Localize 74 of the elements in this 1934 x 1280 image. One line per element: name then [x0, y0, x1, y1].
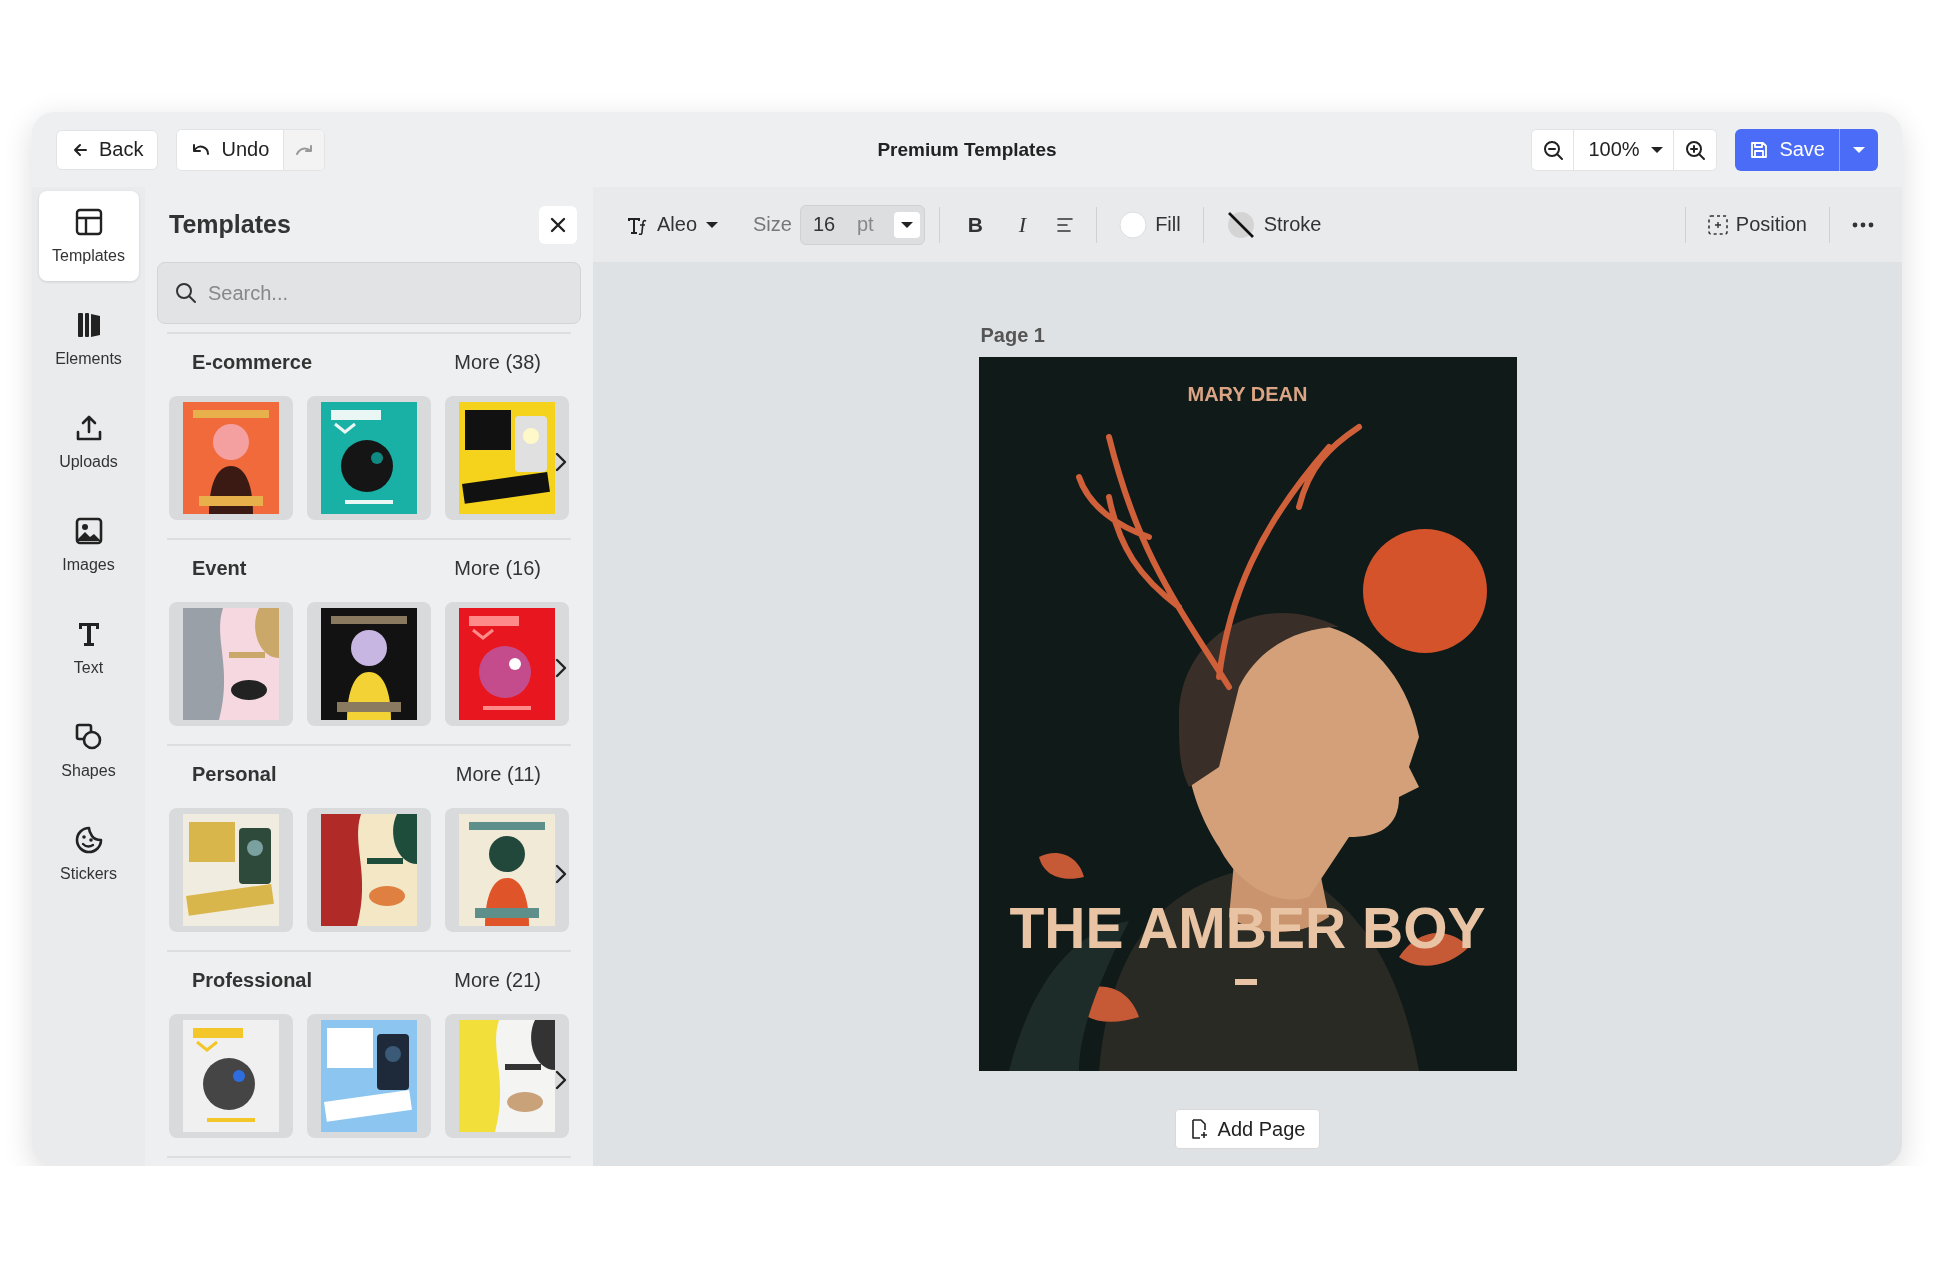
- size-dropdown-button[interactable]: [893, 211, 920, 238]
- chevron-right-icon: [555, 658, 567, 678]
- section-title: Event: [192, 556, 247, 580]
- section-title: Professional: [192, 968, 313, 992]
- section-title: Personal: [192, 762, 277, 786]
- no-stroke-icon: [1225, 209, 1256, 240]
- sticker-icon: [73, 825, 104, 855]
- more-link[interactable]: More (21): [454, 968, 541, 992]
- more-link[interactable]: More (11): [455, 762, 541, 786]
- section-title: E-commerce: [192, 350, 313, 374]
- rail-tab[interactable]: Images: [38, 500, 139, 590]
- rail-tab[interactable]: Uploads: [38, 397, 139, 487]
- page-label: Page 1: [979, 324, 1046, 347]
- position-icon: [1707, 214, 1728, 235]
- chevron-right-icon: [555, 864, 567, 884]
- template-card[interactable]: [445, 1014, 569, 1138]
- template-card[interactable]: [307, 1014, 431, 1138]
- caret-icon: [1649, 145, 1664, 154]
- poster-page[interactable]: MARY DEAN THE AMBER BOY: [978, 357, 1517, 1071]
- search-field[interactable]: Search...: [157, 262, 581, 324]
- align-left-icon: [1056, 216, 1075, 233]
- close-icon: [549, 215, 567, 234]
- back-button[interactable]: Back: [56, 129, 159, 170]
- rail-tab[interactable]: Elements: [38, 294, 139, 384]
- more-icon: [1852, 221, 1874, 228]
- dash-mark: [1234, 979, 1257, 985]
- unit-label: pt: [856, 213, 874, 236]
- undo-button[interactable]: Undo: [177, 129, 285, 170]
- color-swatch-icon: [1119, 210, 1148, 239]
- rail-tab[interactable]: Stickers: [38, 809, 139, 899]
- template-card[interactable]: [169, 808, 293, 932]
- font-dropdown[interactable]: Aleo: [619, 207, 728, 242]
- template-card[interactable]: [445, 396, 569, 520]
- save-icon: [1749, 139, 1770, 160]
- layout-icon: [73, 207, 104, 237]
- chevron-right-icon: [555, 1070, 567, 1090]
- template-card[interactable]: [169, 396, 293, 520]
- zoom-out-icon: [1541, 138, 1564, 161]
- panel-title: Templates: [169, 210, 291, 239]
- shapes-icon: [73, 722, 104, 752]
- rail-tab[interactable]: Text: [38, 603, 139, 693]
- rail-tab[interactable]: Shapes: [38, 706, 139, 796]
- caret-icon: [1852, 145, 1866, 154]
- template-card[interactable]: [307, 602, 431, 726]
- rail-tab[interactable]: Templates: [38, 191, 139, 281]
- font-size-field[interactable]: 16 pt: [799, 204, 925, 245]
- chevron-right-icon: [555, 452, 567, 472]
- poster-author: MARY DEAN: [1187, 383, 1308, 406]
- template-card[interactable]: [169, 602, 293, 726]
- add-page-icon: [1189, 1119, 1208, 1139]
- zoom-in-icon: [1684, 138, 1707, 161]
- template-card[interactable]: [169, 1014, 293, 1138]
- fill-button[interactable]: Fill: [1111, 204, 1189, 245]
- template-card[interactable]: [307, 808, 431, 932]
- close-button[interactable]: [539, 205, 577, 244]
- document-title: Premium Templates: [877, 138, 1057, 161]
- save-button[interactable]: Save: [1735, 128, 1839, 171]
- template-card[interactable]: [307, 396, 431, 520]
- caret-icon: [899, 220, 914, 229]
- template-card[interactable]: [445, 808, 569, 932]
- image-icon: [73, 516, 104, 546]
- bold-button[interactable]: B: [953, 206, 997, 243]
- more-link[interactable]: More (38): [454, 350, 541, 374]
- size-label: Size: [753, 213, 792, 236]
- stroke-button[interactable]: Stroke: [1217, 203, 1330, 246]
- add-page-button[interactable]: Add Page: [1174, 1109, 1321, 1149]
- italic-button[interactable]: I: [1004, 205, 1041, 244]
- zoom-out-button[interactable]: [1532, 129, 1575, 170]
- caret-icon: [705, 220, 720, 229]
- position-button[interactable]: Position: [1699, 207, 1815, 242]
- poster-title: THE AMBER BOY: [1009, 895, 1486, 961]
- save-options-button[interactable]: [1839, 128, 1878, 171]
- redo-icon: [294, 142, 315, 157]
- more-link[interactable]: More (16): [454, 556, 541, 580]
